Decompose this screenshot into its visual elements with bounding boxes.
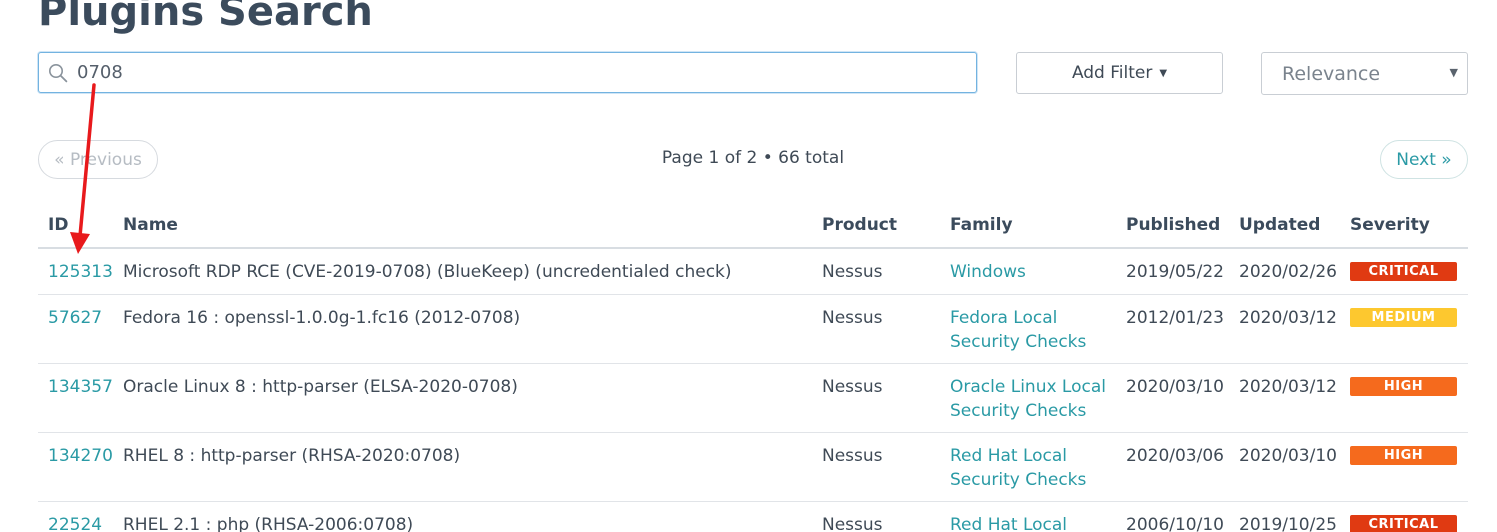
- table-row[interactable]: 134270 RHEL 8 : http-parser (RHSA-2020:0…: [38, 433, 1468, 502]
- plugin-published: 2020/03/06: [1126, 446, 1224, 466]
- plugin-product: Nessus: [822, 308, 883, 328]
- sort-select-value: Relevance: [1282, 62, 1381, 85]
- pagination-info: Page 1 of 2 • 66 total: [661, 148, 845, 168]
- plugin-name: RHEL 8 : http-parser (RHSA-2020:0708): [123, 446, 461, 466]
- next-page-button[interactable]: Next »: [1380, 140, 1468, 179]
- plugin-family-link[interactable]: Fedora Local Security Checks: [950, 306, 1115, 354]
- table-row[interactable]: 125313 Microsoft RDP RCE (CVE-2019-0708)…: [38, 249, 1468, 295]
- table-row[interactable]: 134357 Oracle Linux 8 : http-parser (ELS…: [38, 364, 1468, 433]
- column-header-updated[interactable]: Updated: [1239, 215, 1320, 235]
- plugin-published: 2020/03/10: [1126, 377, 1224, 397]
- plugin-family-link[interactable]: Red Hat Local Security Checks: [950, 444, 1115, 492]
- caret-down-icon: ▼: [1159, 67, 1168, 79]
- severity-badge: HIGH: [1350, 377, 1457, 396]
- plugin-name: Microsoft RDP RCE (CVE-2019-0708) (BlueK…: [123, 262, 732, 282]
- plugin-published: 2019/05/22: [1126, 262, 1224, 282]
- plugin-family-link[interactable]: Windows: [950, 260, 1115, 284]
- plugin-id-link[interactable]: 57627: [48, 306, 102, 330]
- column-header-id[interactable]: ID: [48, 215, 68, 235]
- plugin-product: Nessus: [822, 515, 883, 532]
- plugin-family-link[interactable]: Red Hat Local: [950, 513, 1115, 532]
- plugin-published: 2006/10/10: [1126, 515, 1224, 532]
- search-box[interactable]: [38, 52, 977, 93]
- plugin-updated: 2020/03/12: [1239, 377, 1337, 397]
- plugin-updated: 2020/02/26: [1239, 262, 1337, 282]
- plugin-id-link[interactable]: 22524: [48, 513, 102, 532]
- plugin-family-link[interactable]: Oracle Linux Local Security Checks: [950, 375, 1115, 423]
- column-header-family[interactable]: Family: [950, 215, 1013, 235]
- select-arrow-icon: ▼: [1449, 66, 1458, 79]
- table-row[interactable]: 57627 Fedora 16 : openssl-1.0.0g-1.fc16 …: [38, 295, 1468, 364]
- page-title: Plugins Search: [38, 0, 373, 35]
- column-header-name[interactable]: Name: [123, 215, 178, 235]
- plugin-product: Nessus: [822, 377, 883, 397]
- plugin-id-link[interactable]: 134357: [48, 375, 113, 399]
- search-icon: [48, 63, 68, 83]
- plugin-updated: 2019/10/25: [1239, 515, 1337, 532]
- table-row[interactable]: 22524 RHEL 2.1 : php (RHSA-2006:0708) Ne…: [38, 502, 1468, 532]
- add-filter-label: Add Filter: [1071, 63, 1153, 83]
- sort-select[interactable]: Relevance ▼: [1261, 52, 1468, 95]
- plugin-updated: 2020/03/10: [1239, 446, 1337, 466]
- column-header-product[interactable]: Product: [822, 215, 897, 235]
- plugin-id-link[interactable]: 134270: [48, 444, 113, 468]
- plugin-published: 2012/01/23: [1126, 308, 1224, 328]
- previous-page-button[interactable]: « Previous: [38, 140, 158, 179]
- search-input[interactable]: [77, 53, 957, 92]
- plugin-product: Nessus: [822, 262, 883, 282]
- severity-badge: CRITICAL: [1350, 515, 1457, 532]
- plugin-product: Nessus: [822, 446, 883, 466]
- plugin-name: Fedora 16 : openssl-1.0.0g-1.fc16 (2012-…: [123, 308, 521, 328]
- plugin-name: Oracle Linux 8 : http-parser (ELSA-2020-…: [123, 377, 518, 397]
- add-filter-button[interactable]: Add Filter ▼: [1016, 52, 1223, 94]
- column-header-severity[interactable]: Severity: [1350, 215, 1430, 235]
- table-header: ID Name Product Family Published Updated…: [38, 205, 1468, 249]
- severity-badge: CRITICAL: [1350, 262, 1457, 281]
- severity-badge: MEDIUM: [1350, 308, 1457, 327]
- plugin-name: RHEL 2.1 : php (RHSA-2006:0708): [123, 515, 414, 532]
- severity-badge: HIGH: [1350, 446, 1457, 465]
- plugin-id-link[interactable]: 125313: [48, 260, 113, 284]
- column-header-published[interactable]: Published: [1126, 215, 1220, 235]
- plugin-updated: 2020/03/12: [1239, 308, 1337, 328]
